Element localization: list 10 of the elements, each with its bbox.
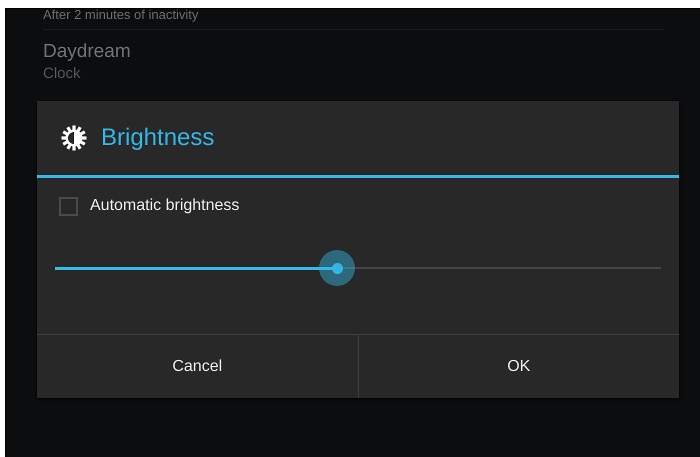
dialog-title: Brightness — [101, 123, 214, 153]
list-item-title: Daydream — [43, 40, 132, 64]
dialog-button[interactable]: Cancel — [37, 335, 358, 398]
checkbox-label: Automatic brightness — [90, 196, 240, 216]
slider-thumb[interactable] — [319, 250, 356, 286]
brightness-icon — [61, 125, 87, 151]
dialog-button[interactable]: OK — [358, 335, 679, 398]
list-item-title: After 2 minutes of inactivity — [43, 8, 663, 30]
list-item-summary: Clock — [43, 64, 82, 84]
checkbox[interactable] — [59, 196, 78, 216]
